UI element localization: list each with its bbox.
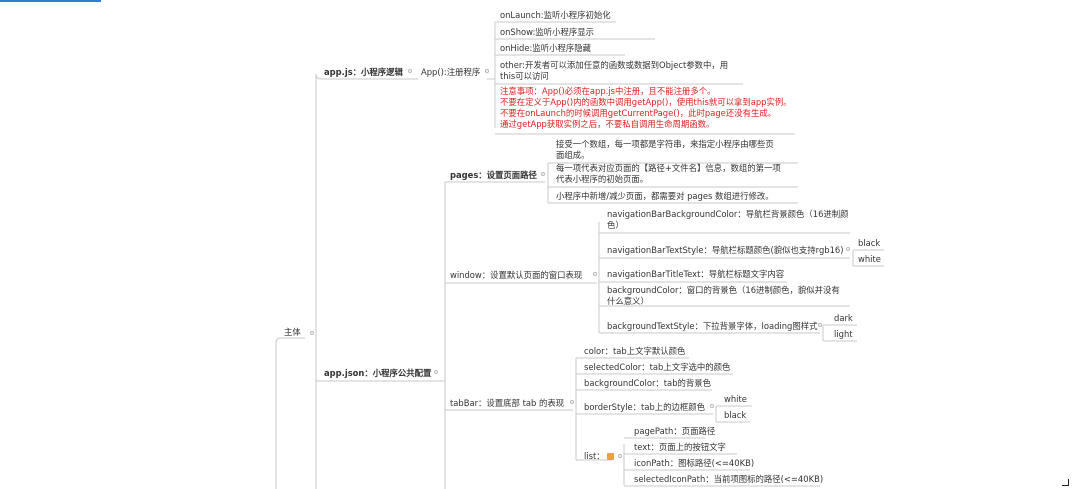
- option-black[interactable]: black: [724, 410, 746, 421]
- pages-item-line: 每一项代表对应页面的【路径+文件名】信息，数组的第一项: [556, 163, 781, 173]
- expand-toggle-icon[interactable]: [485, 69, 489, 73]
- expand-toggle-icon[interactable]: [710, 404, 714, 408]
- background-text-style-node[interactable]: backgroundTextStyle：下拉背景字体，loading图样式: [607, 321, 817, 332]
- nav-bg-color-line: navigationBarBackgroundColor：导航栏背景颜色（16进…: [607, 209, 849, 219]
- pages-item[interactable]: 小程序中新增/减少页面，都需要对 pages 数组进行修改。: [556, 191, 774, 202]
- pages-item-line: 面组成。: [556, 150, 590, 160]
- list-selectediconpath-node[interactable]: selectedIconPath：当前项图标的路径(<=40KB): [634, 474, 823, 485]
- expand-toggle-icon[interactable]: [570, 400, 574, 404]
- option-white[interactable]: white: [724, 394, 747, 405]
- pages-item[interactable]: 接受一个数组，每一项都是字符串，来指定小程序由哪些页 面组成。: [556, 139, 774, 161]
- note-attachment-icon[interactable]: [607, 453, 614, 460]
- nav-bg-color-node[interactable]: navigationBarBackgroundColor：导航栏背景颜色（16进…: [607, 209, 849, 231]
- notes-node[interactable]: 注意事项：App()必须在app.js中注册，且不能注册多个。 不要在定义于Ap…: [500, 86, 792, 130]
- expand-toggle-icon[interactable]: [593, 272, 597, 276]
- onshow-node[interactable]: onShow:监听小程序显示: [500, 27, 594, 38]
- resize-corner-icon[interactable]: [1062, 479, 1069, 486]
- register-node[interactable]: App():注册程序: [421, 67, 480, 78]
- option-light[interactable]: light: [834, 329, 853, 340]
- option-dark[interactable]: dark: [834, 313, 853, 324]
- nav-bg-color-line: 色）: [607, 220, 624, 230]
- note-line: 注意事项：App()必须在app.js中注册，且不能注册多个。: [500, 86, 716, 96]
- note-line: 通过getApp获取实例之后，不要私自调用生命周期函数。: [500, 119, 715, 129]
- appjson-node[interactable]: app.json：小程序公共配置: [324, 368, 431, 379]
- appjs-node[interactable]: app.js：小程序逻辑: [324, 67, 403, 78]
- background-color-line: backgroundColor：窗口的背景色（16进制颜色，貌似并没有: [607, 285, 840, 295]
- list-text-node[interactable]: text：页面上的按钮文字: [634, 442, 726, 453]
- tab-border-style-node[interactable]: borderStyle：tab上的边框颜色: [584, 402, 705, 413]
- expand-toggle-icon[interactable]: [408, 69, 412, 73]
- expand-toggle-icon[interactable]: [846, 247, 850, 251]
- tabbar-node[interactable]: tabBar：设置底部 tab 的表现: [450, 398, 564, 409]
- other-line: other:开发者可以添加任意的函数或数据到Object参数中，用: [500, 60, 729, 70]
- background-color-node[interactable]: backgroundColor：窗口的背景色（16进制颜色，貌似并没有 什么意义…: [607, 285, 840, 307]
- expand-toggle-icon[interactable]: [618, 454, 622, 458]
- other-node[interactable]: other:开发者可以添加任意的函数或数据到Object参数中，用 this可以…: [500, 60, 728, 82]
- tab-selected-color-node[interactable]: selectedColor：tab上文字选中的颜色: [584, 362, 730, 373]
- window-node[interactable]: window：设置默认页面的窗口表现: [450, 270, 582, 281]
- pages-item[interactable]: 每一项代表对应页面的【路径+文件名】信息，数组的第一项 代表小程序的初始页面。: [556, 163, 781, 185]
- option-black[interactable]: black: [858, 238, 880, 249]
- note-line: 不要在定义于App()内的函数中调用getApp()，使用this就可以拿到ap…: [500, 97, 792, 107]
- tab-color-node[interactable]: color：tab上文字默认颜色: [584, 346, 685, 357]
- pages-item-line: 代表小程序的初始页面。: [556, 174, 649, 184]
- nav-text-style-node[interactable]: navigationBarTextStyle：导航栏标题颜色(貌似也支持rgb1…: [607, 245, 844, 256]
- onlaunch-node[interactable]: onLaunch:监听小程序初始化: [500, 10, 611, 21]
- tab-list-node[interactable]: list：: [584, 451, 605, 462]
- expand-toggle-icon[interactable]: [541, 172, 545, 176]
- other-line: this可以访问: [500, 71, 549, 81]
- background-color-line: 什么意义）: [607, 296, 649, 306]
- option-white[interactable]: white: [858, 254, 881, 265]
- expand-toggle-icon[interactable]: [818, 323, 822, 327]
- list-iconpath-node[interactable]: iconPath：图标路径(<=40KB): [634, 458, 754, 469]
- pages-item-line: 接受一个数组，每一项都是字符串，来指定小程序由哪些页: [556, 139, 774, 149]
- pages-node[interactable]: pages：设置页面路径: [450, 170, 537, 181]
- nav-title-text-node[interactable]: navigationBarTitleText：导航栏标题文字内容: [607, 269, 784, 280]
- root-node[interactable]: 主体: [284, 327, 301, 338]
- note-line: 不要在onLaunch的时候调用getCurrentPage()，此时page还…: [500, 108, 777, 118]
- list-pagepath-node[interactable]: pagePath：页面路径: [634, 426, 715, 437]
- expand-toggle-icon[interactable]: [434, 370, 438, 374]
- onhide-node[interactable]: onHide:监听小程序隐藏: [500, 43, 591, 54]
- tab-background-color-node[interactable]: backgroundColor：tab的背景色: [584, 378, 711, 389]
- expand-toggle-icon[interactable]: [310, 331, 314, 335]
